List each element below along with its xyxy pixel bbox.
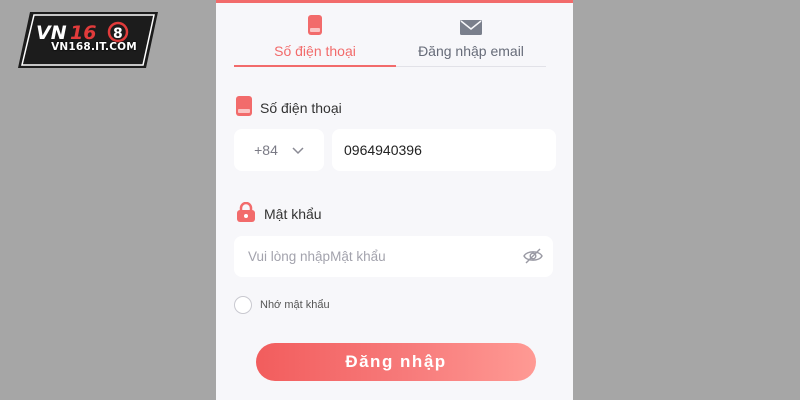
remember-radio[interactable] (234, 296, 252, 314)
country-code-select[interactable]: +84 (234, 129, 324, 171)
phone-field-label: Số điện thoại (260, 99, 342, 116)
login-tabs: Số điện thoại Đăng nhập email (234, 9, 546, 67)
tab-email[interactable]: Đăng nhập email (396, 9, 546, 67)
tab-phone[interactable]: Số điện thoại (234, 9, 396, 67)
phone-input[interactable] (332, 129, 556, 171)
brand-logo: VN 16 8 VN168.IT.COM (18, 12, 158, 68)
password-input[interactable] (234, 236, 514, 277)
phone-icon (236, 96, 252, 119)
tab-phone-label: Số điện thoại (274, 43, 356, 59)
country-code-value: +84 (254, 142, 278, 158)
login-panel: Số điện thoại Đăng nhập email Số điện th… (216, 0, 573, 400)
svg-text:8: 8 (113, 26, 123, 42)
password-field-label: Mật khẩu (264, 205, 322, 222)
eye-off-icon[interactable] (523, 247, 543, 270)
logo-domain: VN168.IT.COM (51, 41, 137, 53)
remember-label: Nhớ mật khẩu (260, 299, 330, 311)
tab-email-label: Đăng nhập email (418, 43, 524, 59)
login-button[interactable]: Đăng nhập (256, 343, 536, 381)
password-field-title: Mật khẩu (236, 201, 322, 225)
vn168-logo-icon: VN 16 8 (18, 12, 158, 68)
phone-icon (308, 9, 322, 35)
remember-password[interactable]: Nhớ mật khẩu (234, 296, 330, 314)
chevron-down-icon (292, 142, 304, 158)
lock-icon (236, 201, 256, 225)
mail-icon (460, 9, 482, 35)
password-field (234, 236, 553, 277)
phone-field-title: Số điện thoại (236, 96, 342, 119)
